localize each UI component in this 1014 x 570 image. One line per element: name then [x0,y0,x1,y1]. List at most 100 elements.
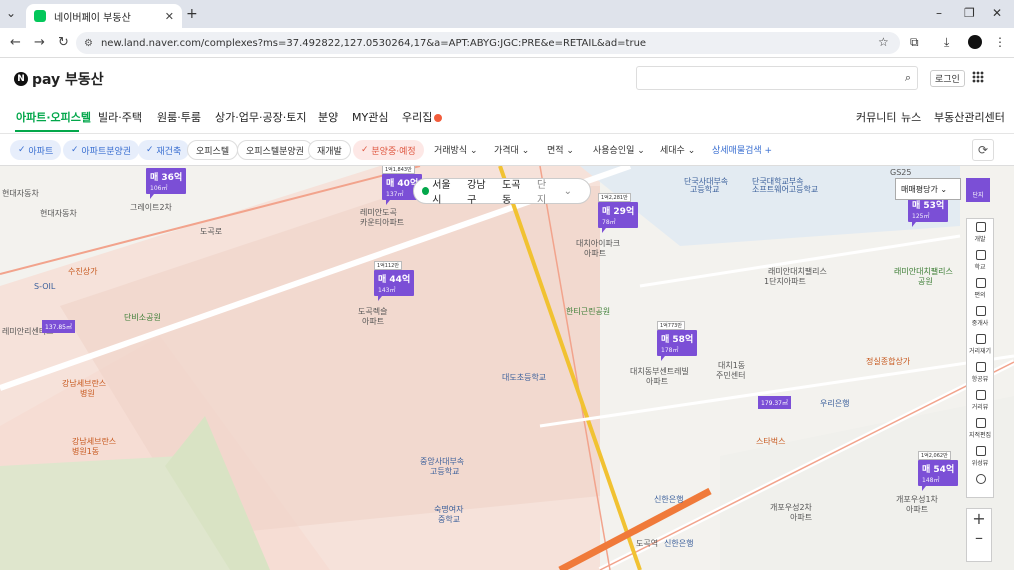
tool-label: 지적편집 [968,432,992,439]
small-area-pin[interactable]: 137.85㎡ [42,320,75,333]
pin-tag: 1억2,062만 [918,451,951,460]
map-label: 소프트웨어고등학교 [752,185,819,194]
location-selector[interactable]: 서울시 강남구 도곡동 단지 ⌄ [413,176,591,206]
tool-development[interactable]: 개발 [967,219,993,247]
url-input[interactable]: ⚙ new.land.naver.com/complexes?ms=37.492… [76,32,900,54]
map-label: 고등학교 [690,185,720,194]
tool-measure[interactable]: 거리재기 [967,331,993,359]
chevron-down-icon: ⌄ [563,185,572,197]
map-label: 도곡역 [636,539,659,548]
tool-agent[interactable]: 중개사 [967,303,993,331]
dropdown-households[interactable]: 세대수 ⌄ [660,143,695,156]
tab-search-icon[interactable]: ⌄ [6,6,16,20]
minimize-icon[interactable]: – [936,6,942,20]
tool-label: 위성뷰 [971,460,989,467]
zoom-out-icon[interactable]: – [967,528,991,547]
download-icon[interactable]: ⤓ [944,35,949,50]
map-area[interactable]: 현대자동차 현대자동차 수진상가 S-OIL 단비소공원 강남세브란스 병원 강… [0,166,1014,570]
chip-rebuild[interactable]: ✓ 재건축 [138,140,190,160]
tab-title: 네이버페이 부동산 [54,12,131,24]
nav-oneroom[interactable]: 원룸·투룸 [157,109,201,125]
extensions-icon[interactable]: ⧉ [910,35,919,50]
dropdown-approval[interactable]: 사용승인일 ⌄ [593,143,645,156]
location-district[interactable]: 강남구 [467,176,492,206]
sort-dropdown[interactable]: 매매평당가 ⌄ [895,178,961,200]
pin-price: 매 44억 [378,275,411,285]
refresh-icon[interactable]: ⟳ [972,139,994,161]
price-pin[interactable]: 1억2,281만 매 29억 78㎡ [598,193,639,233]
tool-cadastral[interactable]: 지적편집 [967,415,993,443]
login-button[interactable]: 로그인 [930,70,965,87]
close-icon[interactable]: ✕ [165,10,174,23]
search-input[interactable]: ⌕ [636,66,918,90]
url-text: new.land.naver.com/complexes?ms=37.49282… [100,37,647,49]
window-close-icon[interactable]: ✕ [992,6,1002,20]
menu-dots-icon[interactable]: ⋮ [994,35,1006,49]
tool-label: 개발 [974,236,986,243]
nav-my[interactable]: MY관심 [352,109,388,125]
dropdown-label: 거래방식 [434,146,468,156]
tool-school[interactable]: 학교 [967,247,993,275]
pin-price: 매 29억 [602,207,635,217]
map-label: 신한은행 [654,495,684,504]
nav-community[interactable]: 커뮤니티 [856,109,896,125]
nav-commercial[interactable]: 상가·업무·공장·토지 [215,109,306,125]
dropdown-label: 세대수 [660,146,685,156]
site-info-icon[interactable]: ⚙ [84,38,93,49]
dropdown-price[interactable]: 가격대 ⌄ [494,143,529,156]
nav-presale[interactable]: 분양 [318,109,338,125]
development-icon [976,222,986,232]
nav-myhome[interactable]: 우리집 [402,109,443,125]
tool-current-location[interactable] [967,471,993,499]
nav-apt[interactable]: 아파트·오피스텔 [16,109,91,125]
detail-search-link[interactable]: 상세매물검색 + [712,143,772,156]
price-pin[interactable]: 1억112만 매 44억 143㎡ [374,261,415,301]
nav-center[interactable]: 부동산관리센터 [934,109,1005,125]
browser-tab[interactable]: 네이버페이 부동산 ✕ [26,4,182,28]
chip-presale-soon[interactable]: ✓ 분양중·예정 [353,140,424,160]
pin-area: 78㎡ [602,219,616,226]
address-bar: ← → ↻ ⚙ new.land.naver.com/complexes?ms=… [0,28,1014,58]
chip-officetel-presale[interactable]: 오피스텔분양권 [237,140,313,160]
logo[interactable]: N pay 부동산 [14,69,104,89]
tool-streetview[interactable]: 거리뷰 [967,387,993,415]
new-tab-icon[interactable]: + [186,6,198,22]
search-icon[interactable]: ⌕ [905,71,911,85]
logo-text: pay 부동산 [32,72,104,88]
zoom-in-icon[interactable]: + [967,509,991,528]
map-label: 병원 [80,389,95,398]
dropdown-trade[interactable]: 거래방식 ⌄ [434,143,478,156]
map-label: 아파트 [906,505,929,514]
profile-avatar[interactable] [968,35,982,49]
location-type[interactable]: 단지 [537,176,554,206]
apps-grid-icon[interactable] [972,71,984,83]
tool-satellite[interactable]: 위성뷰 [967,443,993,471]
chip-officetel[interactable]: 오피스텔 [187,140,239,160]
map-label: 한티근린공원 [566,307,611,316]
reload-icon[interactable]: ↻ [58,35,69,50]
maximize-icon[interactable]: ❐ [964,6,975,20]
bookmark-star-icon[interactable]: ☆ [878,35,889,49]
map-label: GS25 [890,168,912,177]
price-pin[interactable]: 매 36억 106㎡ [146,168,187,199]
chip-redevelop[interactable]: 재개발 [308,140,351,160]
location-city[interactable]: 서울시 [432,176,457,206]
dropdown-area[interactable]: 면적 ⌄ [547,143,574,156]
naver-favicon-icon [34,10,46,22]
danji-toggle-button[interactable]: 단지 [966,178,990,202]
agent-icon [976,306,986,316]
price-pin[interactable]: 1억773만 매 58억 178㎡ [657,321,698,361]
nav-news[interactable]: 뉴스 [901,109,921,125]
tool-label: 항공뷰 [971,376,989,383]
chip-apt-presale[interactable]: ✓ 아파트분양권 [63,140,140,160]
road-label: 도곡로 [200,227,223,236]
forward-icon[interactable]: → [34,35,45,50]
price-pin[interactable]: 1억2,062만 매 54억 148㎡ [918,451,959,491]
chip-apt[interactable]: ✓ 아파트 [10,140,62,160]
back-icon[interactable]: ← [10,35,21,50]
tool-aerial[interactable]: 항공뷰 [967,359,993,387]
tool-convenience[interactable]: 편의 [967,275,993,303]
small-area-pin[interactable]: 179.37㎡ [758,396,791,409]
nav-villa[interactable]: 빌라·주택 [98,109,142,125]
location-dong[interactable]: 도곡동 [502,176,527,206]
